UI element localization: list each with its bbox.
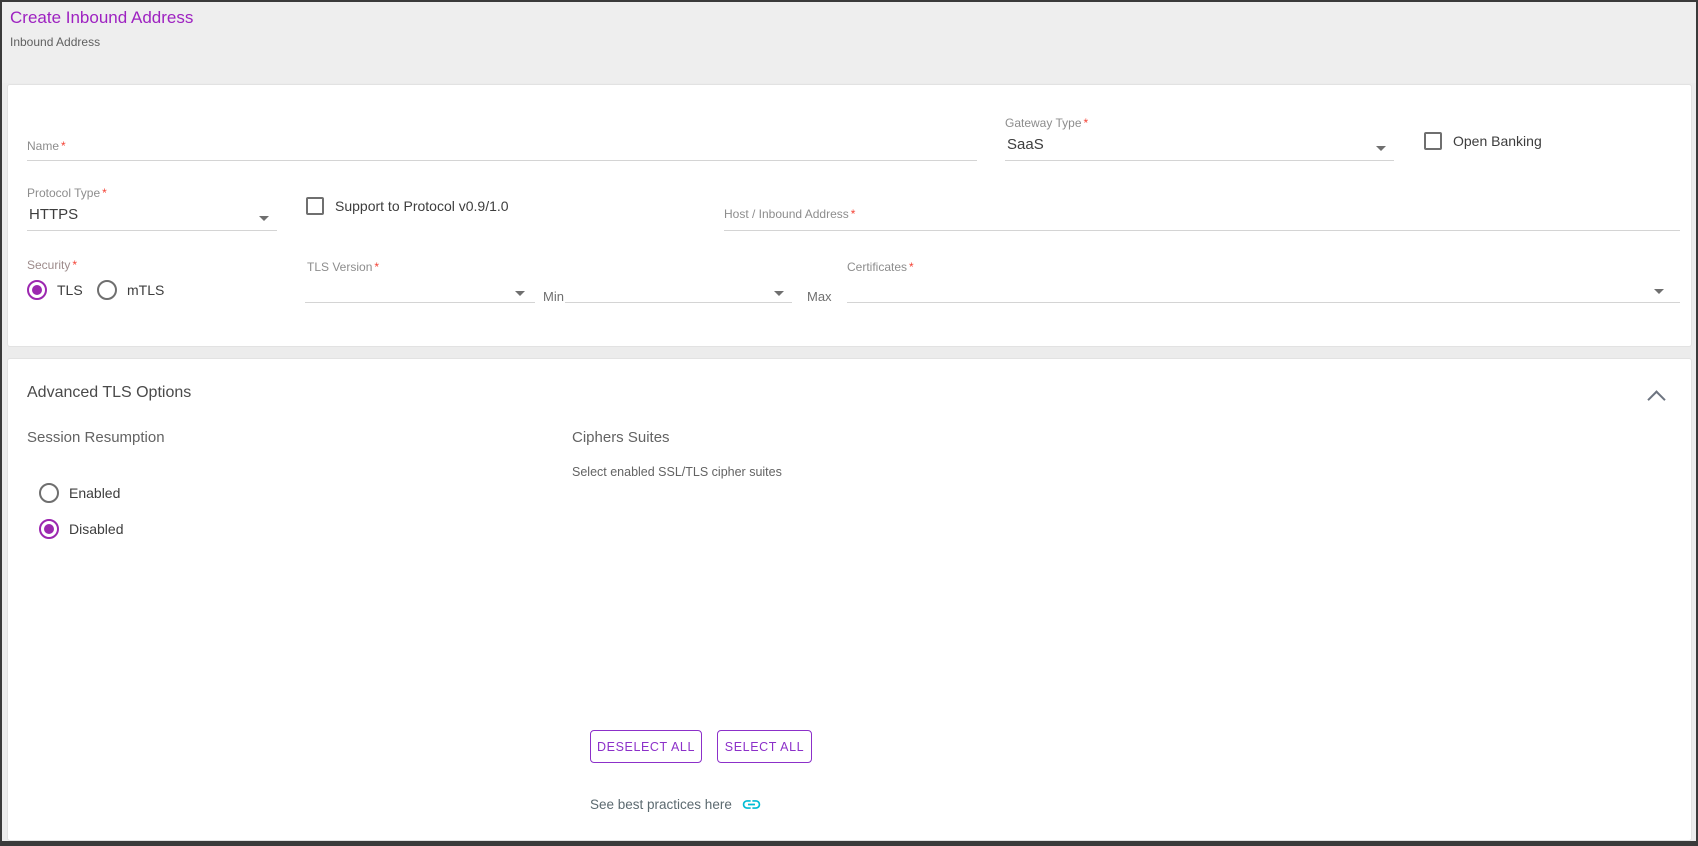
required-asterisk: * xyxy=(72,258,78,272)
chevron-down-icon xyxy=(774,291,784,296)
support-protocol-label: Support to Protocol v0.9/1.0 xyxy=(335,198,509,214)
security-mtls-label: mTLS xyxy=(127,282,165,298)
tls-version-label: TLS Version * xyxy=(307,260,380,274)
required-asterisk: * xyxy=(850,207,856,221)
gateway-type-select[interactable]: Gateway Type * SaaS xyxy=(1005,112,1394,161)
page-header: Create Inbound Address Inbound Address xyxy=(2,2,1696,83)
security-label: Security * xyxy=(27,258,78,272)
protocol-type-value: HTTPS xyxy=(29,206,79,223)
name-input[interactable]: Name * xyxy=(27,124,977,161)
host-inbound-address-input[interactable]: Host / Inbound Address * xyxy=(724,198,1680,231)
breadcrumb: Inbound Address xyxy=(10,35,101,49)
best-practices-link-label: See best practices here xyxy=(590,797,732,812)
certificates-label: Certificates * xyxy=(847,260,914,274)
required-asterisk: * xyxy=(909,260,914,274)
best-practices-link[interactable]: See best practices here xyxy=(590,794,762,815)
chevron-up-icon xyxy=(1646,390,1666,409)
tls-version-min-select[interactable] xyxy=(305,282,535,303)
session-resumption-radio-disabled[interactable]: Disabled xyxy=(39,519,123,539)
certificates-select[interactable] xyxy=(847,282,1680,303)
gateway-type-value: SaaS xyxy=(1007,136,1044,153)
security-radio-tls[interactable]: TLS xyxy=(27,280,83,300)
ciphers-suites-subtitle: Select enabled SSL/TLS cipher suites xyxy=(572,465,782,479)
chevron-down-icon xyxy=(259,216,269,221)
select-all-button[interactable]: SELECT ALL xyxy=(717,730,812,763)
host-label: Host / Inbound Address * xyxy=(724,207,856,221)
required-asterisk: * xyxy=(1083,116,1089,130)
checkbox-icon xyxy=(306,197,324,215)
protocol-type-select[interactable]: Protocol Type * HTTPS xyxy=(27,182,277,231)
name-label: Name * xyxy=(27,139,66,153)
security-radio-mtls[interactable]: mTLS xyxy=(97,280,164,300)
deselect-all-button[interactable]: DESELECT ALL xyxy=(590,730,702,763)
required-asterisk: * xyxy=(374,260,380,274)
security-tls-label: TLS xyxy=(57,282,83,298)
support-protocol-checkbox[interactable]: Support to Protocol v0.9/1.0 xyxy=(306,197,509,215)
disabled-label: Disabled xyxy=(69,521,124,537)
create-inbound-address-page: Create Inbound Address Inbound Address N… xyxy=(0,0,1698,846)
enabled-label: Enabled xyxy=(69,485,121,501)
chevron-down-icon xyxy=(1376,146,1386,151)
required-asterisk: * xyxy=(102,186,107,200)
tls-version-max-select[interactable] xyxy=(565,282,792,303)
gateway-type-label: Gateway Type * xyxy=(1005,116,1089,130)
radio-selected-icon xyxy=(27,280,47,300)
ciphers-suites-title: Ciphers Suites xyxy=(572,429,670,446)
radio-unselected-icon xyxy=(39,483,59,503)
advanced-tls-options-title: Advanced TLS Options xyxy=(27,384,192,401)
open-banking-checkbox[interactable]: Open Banking xyxy=(1424,132,1542,150)
session-resumption-radio-enabled[interactable]: Enabled xyxy=(39,483,120,503)
open-banking-label: Open Banking xyxy=(1453,133,1542,149)
chevron-down-icon xyxy=(515,291,525,296)
min-label: Min xyxy=(543,289,564,304)
link-icon xyxy=(742,800,761,809)
protocol-type-label: Protocol Type * xyxy=(27,186,107,200)
radio-selected-icon xyxy=(39,519,59,539)
chevron-down-icon xyxy=(1654,289,1664,294)
advanced-tls-options-card xyxy=(7,358,1692,841)
required-asterisk: * xyxy=(61,139,66,153)
collapse-section-button[interactable] xyxy=(1643,384,1669,410)
max-label: Max xyxy=(807,289,832,304)
radio-unselected-icon xyxy=(97,280,117,300)
page-title: Create Inbound Address xyxy=(10,8,194,27)
session-resumption-title: Session Resumption xyxy=(27,429,165,446)
checkbox-icon xyxy=(1424,132,1442,150)
